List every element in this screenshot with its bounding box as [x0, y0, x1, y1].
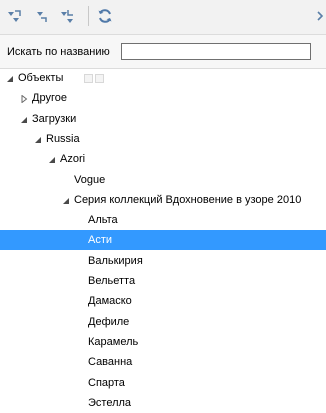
tree-node[interactable]: Спарта: [0, 373, 326, 393]
tree-node-label: Дефиле: [88, 315, 130, 328]
tree-node-label: Серия коллекций Вдохновение в узоре 2010: [74, 193, 302, 206]
collapse-all-icon[interactable]: [58, 7, 76, 25]
tree-node-label: Vogue: [74, 173, 106, 186]
expand-all-icon[interactable]: [5, 7, 23, 25]
collapse-icon[interactable]: [33, 7, 51, 25]
tree-node-label: Асти: [88, 234, 113, 247]
expanded-arrow-icon[interactable]: [34, 135, 42, 143]
tree-node[interactable]: Russia: [0, 129, 326, 149]
tree-node[interactable]: Другое: [0, 88, 326, 108]
expanded-arrow-icon[interactable]: [6, 74, 14, 82]
tree-node[interactable]: Дефиле: [0, 312, 326, 332]
toolbar: [0, 0, 326, 34]
tree-node[interactable]: Альта: [0, 210, 326, 230]
tree-node[interactable]: Карамель: [0, 332, 326, 352]
tree-node-label: Саванна: [88, 356, 133, 369]
tree-node-label: Azori: [60, 153, 86, 166]
search-label: Искать по названию: [7, 46, 110, 58]
tree-node-label: Russia: [46, 132, 80, 145]
tree-node-label: Дамаско: [88, 295, 132, 308]
tree-node-label: Карамель: [88, 335, 139, 348]
refresh-icon[interactable]: [96, 7, 114, 25]
tree-node[interactable]: Vogue: [0, 170, 326, 190]
toolbar-overflow-icon[interactable]: [316, 10, 326, 24]
tree-node-label: Спарта: [88, 376, 125, 389]
tree-node-label: Загрузки: [32, 112, 77, 125]
expanded-arrow-icon[interactable]: [48, 155, 56, 164]
expanded-arrow-icon[interactable]: [62, 196, 70, 204]
tree-node[interactable]: Дамаско: [0, 291, 326, 311]
search-input[interactable]: [121, 43, 311, 60]
search-row: Искать по названию: [0, 34, 326, 69]
tree-node[interactable]: Эстелла: [0, 393, 326, 413]
tree-node[interactable]: Валькирия: [0, 251, 326, 271]
tree-node[interactable]: Серия коллекций Вдохновение в узоре 2010: [0, 190, 326, 210]
tree-node-label: Альта: [88, 214, 118, 227]
tree-node-label: Эстелла: [88, 396, 132, 409]
tree-node-label: Другое: [32, 92, 67, 105]
tree-node[interactable]: Azori: [0, 149, 326, 169]
toolbar-separator: [88, 6, 89, 26]
tree-node[interactable]: Загрузки: [0, 109, 326, 129]
tree-node[interactable]: Вельетта: [0, 271, 326, 291]
tree-node[interactable]: Саванна: [0, 352, 326, 372]
tree-node[interactable]: Асти: [0, 230, 326, 251]
tree-node-label: Вельетта: [88, 275, 136, 287]
tree-node-label: Валькирия: [88, 254, 143, 267]
faded-status-icon: [95, 74, 104, 83]
collapsed-arrow-icon[interactable]: [20, 94, 28, 104]
expanded-arrow-icon[interactable]: [20, 115, 28, 123]
tree-node-label: Объекты: [18, 72, 64, 84]
faded-status-icon: [84, 74, 93, 83]
object-tree: Объекты Другое Загрузки Russia Azori Vogue Сер…: [0, 68, 326, 411]
tree-node[interactable]: Объекты: [0, 68, 326, 88]
